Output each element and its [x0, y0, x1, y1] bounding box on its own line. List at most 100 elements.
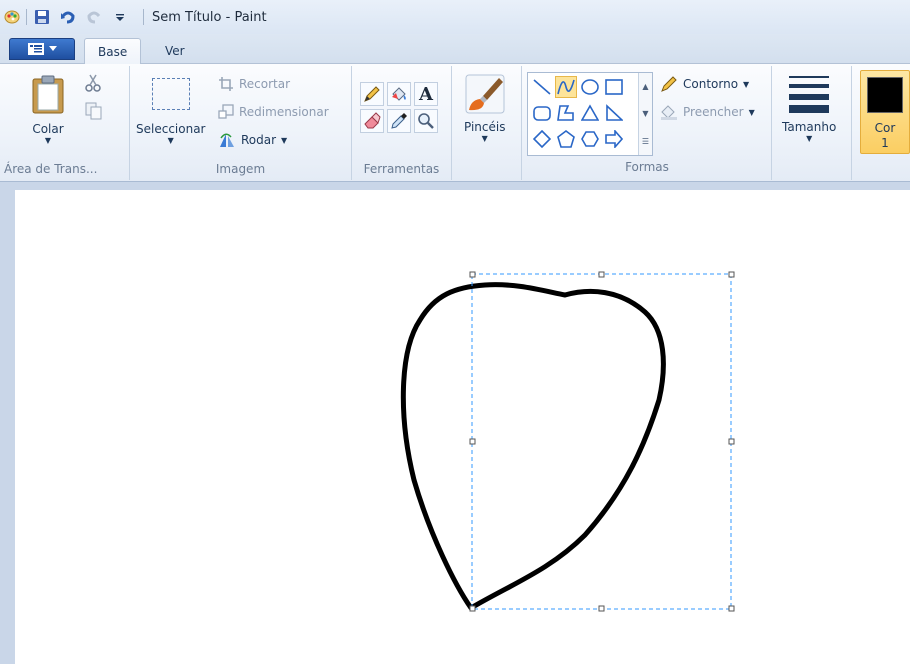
triangle-shape-icon[interactable] [579, 102, 601, 124]
size-group: Tamanho ▼ [772, 66, 852, 180]
ribbon-tab-row: Base Ver [0, 34, 910, 65]
resize-icon [218, 104, 234, 119]
paint-app-icon[interactable] [4, 9, 20, 25]
resize-handle[interactable] [728, 271, 735, 278]
clipboard-group-label: Área de Trans... [4, 162, 98, 176]
resize-label: Redimensionar [239, 105, 329, 119]
resize-handle[interactable] [728, 438, 735, 445]
chevron-down-icon: ▼ [44, 136, 52, 145]
shapes-group-label: Formas [625, 160, 669, 174]
expand-gallery-icon[interactable]: ☰ [642, 137, 649, 146]
hexagon-shape-icon[interactable] [579, 128, 601, 150]
chevron-down-icon: ▼ [281, 135, 288, 145]
color-picker-icon[interactable] [387, 109, 411, 133]
pencil-icon[interactable] [360, 82, 384, 106]
chevron-down-icon [48, 46, 57, 51]
curve-shape-icon[interactable] [555, 76, 577, 98]
drawing-canvas[interactable] [15, 190, 910, 664]
brushes-button[interactable]: Pincéis ▼ [464, 74, 505, 143]
text-icon[interactable]: A [414, 82, 438, 106]
resize-handle[interactable] [469, 438, 476, 445]
color-1-label: Cor [874, 121, 896, 135]
tools-grid: A [360, 82, 438, 133]
color-1-number: 1 [881, 136, 889, 150]
resize-button[interactable]: Redimensionar [218, 104, 329, 120]
size-button[interactable]: Tamanho ▼ [782, 72, 836, 143]
ribbon: Colar ▼ Área de Trans... Seleccionar ▼ R… [0, 64, 910, 182]
crop-button[interactable]: Recortar [218, 76, 290, 92]
resize-handle[interactable] [728, 605, 735, 612]
brushes-label: Pincéis [464, 120, 506, 134]
chevron-down-icon: ▼ [806, 134, 813, 143]
scroll-down-icon[interactable]: ▼ [642, 109, 648, 118]
rotate-icon [220, 133, 234, 147]
separator [143, 9, 144, 25]
select-label: Seleccionar [136, 122, 206, 136]
tools-group: A Ferramentas [352, 66, 452, 180]
color-1-button[interactable]: Cor 1 [860, 70, 910, 154]
workspace [0, 182, 910, 664]
tab-base[interactable]: Base [84, 38, 142, 65]
select-button[interactable]: Seleccionar ▼ [136, 76, 205, 145]
cut-icon[interactable] [85, 74, 101, 95]
title-bar: Sem Título - Paint [0, 0, 910, 34]
right-triangle-shape-icon[interactable] [603, 102, 625, 124]
chevron-down-icon: ▼ [167, 136, 174, 145]
image-group: Seleccionar ▼ Recortar Redimensionar Rod… [130, 66, 352, 180]
pentagon-shape-icon[interactable] [555, 128, 577, 150]
size-label: Tamanho [782, 120, 837, 134]
magnifier-icon[interactable] [414, 109, 438, 133]
brushes-group: Pincéis ▼ [452, 66, 522, 180]
resize-handle[interactable] [598, 605, 605, 612]
oval-shape-icon[interactable] [579, 76, 601, 98]
fill-icon [661, 105, 677, 120]
fill-bucket-icon[interactable] [387, 82, 411, 106]
window-title: Sem Título - Paint [152, 9, 267, 25]
eraser-icon[interactable] [360, 109, 384, 133]
application-menu-button[interactable] [9, 38, 75, 60]
resize-handle[interactable] [469, 271, 476, 278]
arrow-shape-icon[interactable] [603, 128, 625, 150]
scroll-up-icon[interactable]: ▲ [642, 82, 648, 91]
fill-label: Preencher [683, 105, 744, 119]
crop-label: Recortar [239, 77, 291, 91]
outline-label: Contorno [683, 77, 739, 91]
rounded-rectangle-shape-icon[interactable] [531, 102, 553, 124]
image-group-label: Imagem [215, 162, 266, 176]
clipboard-icon [32, 75, 64, 114]
outline-button[interactable]: Contorno ▼ [660, 76, 749, 92]
customize-quick-access-icon[interactable] [111, 8, 129, 26]
paste-label: Colar [32, 122, 64, 136]
tab-ver[interactable]: Ver [152, 38, 198, 65]
paste-button[interactable]: Colar ▼ [30, 74, 66, 145]
select-rectangle-icon [151, 78, 190, 110]
brush-icon [465, 74, 505, 114]
diamond-shape-icon[interactable] [531, 128, 553, 150]
redo-icon[interactable] [85, 8, 103, 26]
resize-handle[interactable] [469, 605, 476, 612]
chevron-down-icon: ▼ [748, 107, 755, 117]
copy-icon[interactable] [85, 102, 103, 123]
polygon-shape-icon[interactable] [555, 102, 577, 124]
save-icon[interactable] [33, 8, 51, 26]
line-shape-icon[interactable] [531, 76, 553, 98]
undo-icon[interactable] [59, 8, 77, 26]
rotate-label: Rodar [241, 133, 277, 147]
drawn-curve-shape [400, 282, 666, 611]
chevron-down-icon: ▼ [481, 134, 488, 143]
rectangle-shape-icon[interactable] [603, 76, 625, 98]
line-width-icon [789, 76, 830, 113]
tools-group-label: Ferramentas [363, 162, 440, 176]
chevron-down-icon: ▼ [743, 79, 750, 89]
rotate-button[interactable]: Rodar ▼ [218, 132, 287, 148]
menu-icon [27, 43, 44, 55]
resize-handle[interactable] [598, 271, 605, 278]
drawing-surface [400, 271, 735, 612]
crop-icon [219, 77, 233, 91]
outline-pencil-icon [661, 76, 677, 92]
clipboard-group: Colar ▼ Área de Trans... [0, 66, 130, 180]
separator [26, 9, 27, 25]
selection-box[interactable] [471, 273, 732, 610]
fill-button[interactable]: Preencher ▼ [660, 104, 755, 120]
shapes-scrollbar[interactable]: ▲ ▼ ☰ [638, 73, 652, 155]
